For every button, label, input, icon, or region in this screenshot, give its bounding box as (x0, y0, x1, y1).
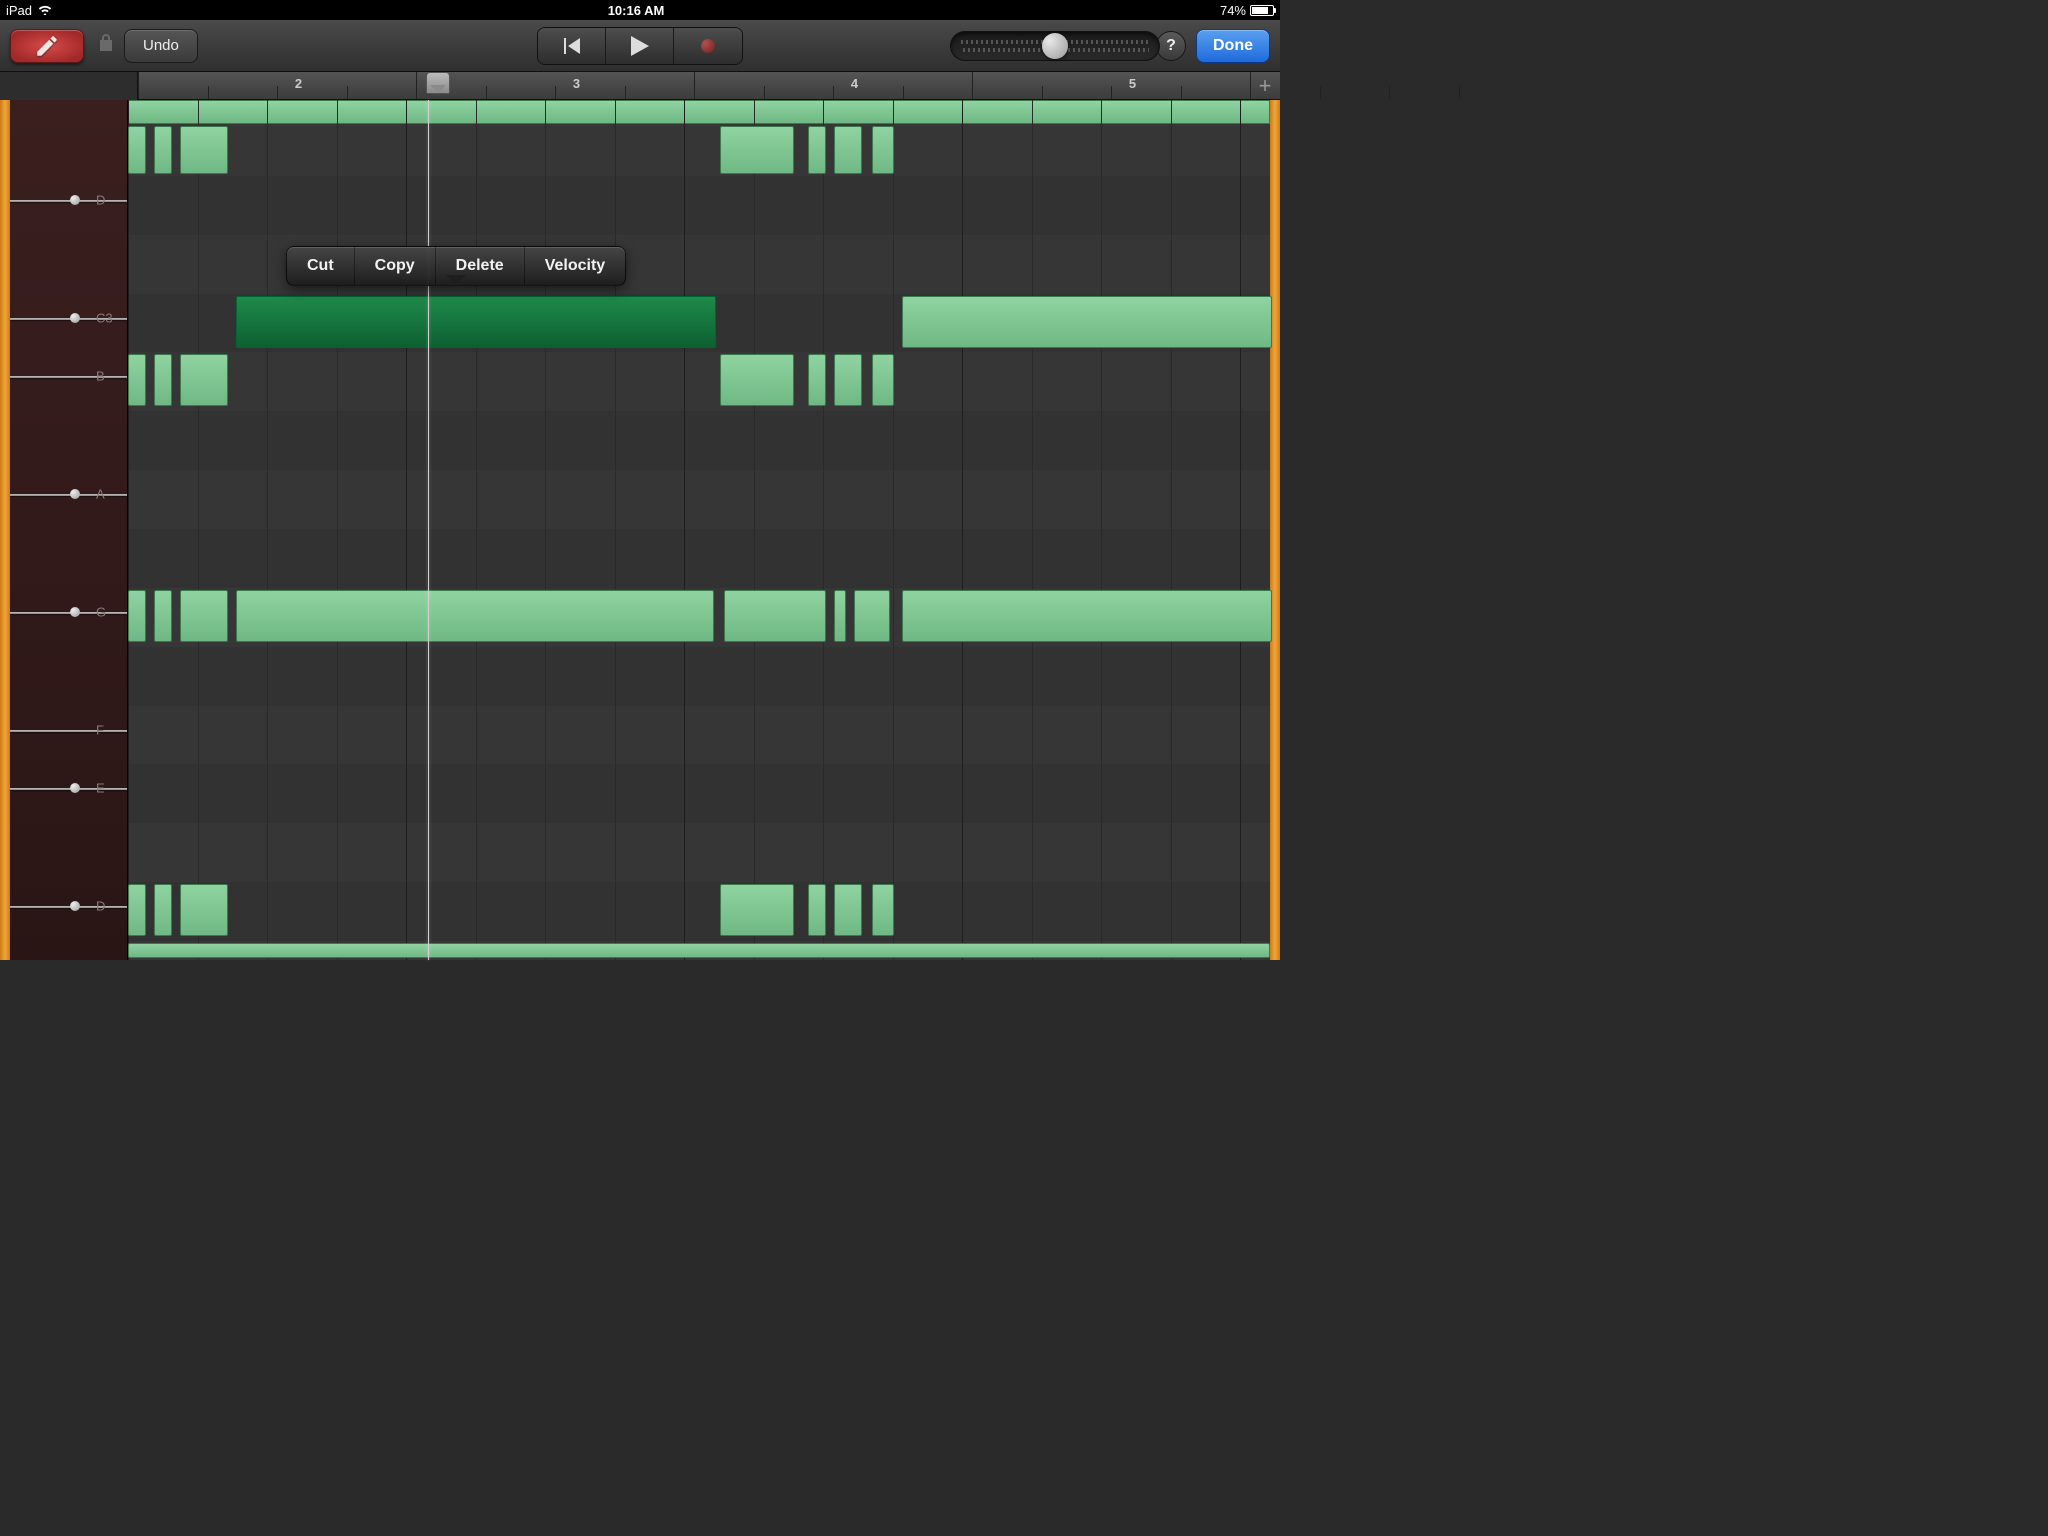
lock-icon (98, 33, 114, 58)
note[interactable] (154, 354, 172, 406)
play-icon (631, 36, 649, 56)
note[interactable] (128, 943, 1270, 958)
fret-label-D: D (96, 899, 105, 914)
region-header[interactable] (128, 100, 1270, 124)
lane-9[interactable] (128, 647, 1270, 706)
note[interactable] (180, 126, 228, 174)
lane-13[interactable] (128, 882, 1270, 941)
note[interactable] (154, 884, 172, 936)
tempo-scrubber[interactable] (950, 31, 1160, 61)
transport-controls (537, 27, 743, 65)
help-button[interactable]: ? (1156, 31, 1186, 61)
note-context-menu: Cut Copy Delete Velocity (286, 246, 626, 286)
note[interactable] (808, 126, 826, 174)
fret-dot (70, 607, 80, 617)
lane-5[interactable] (128, 411, 1270, 470)
playhead-handle[interactable] (426, 72, 450, 94)
skip-back-icon (562, 38, 582, 54)
pencil-icon (34, 33, 60, 59)
fret-label-B: B (96, 369, 105, 384)
lane-0[interactable] (128, 124, 1270, 176)
ruler-row: + 2 3 4 5 (0, 72, 1280, 100)
note[interactable] (902, 296, 1272, 348)
lane-4[interactable] (128, 352, 1270, 411)
fret-label-F: F (96, 723, 104, 738)
device-label: iPad (6, 3, 32, 18)
note[interactable] (902, 590, 1272, 642)
lane-12[interactable] (128, 823, 1270, 882)
ruler-mark-4: 4 (851, 76, 858, 91)
note[interactable] (128, 354, 146, 406)
note[interactable] (872, 126, 894, 174)
note[interactable] (834, 884, 862, 936)
note[interactable] (128, 590, 146, 642)
done-button[interactable]: Done (1196, 29, 1270, 63)
note[interactable] (720, 354, 794, 406)
fret-label-E: E (96, 781, 105, 796)
note[interactable] (180, 884, 228, 936)
battery-pct: 74% (1220, 3, 1246, 18)
note[interactable] (724, 590, 826, 642)
note[interactable] (872, 354, 894, 406)
note[interactable] (180, 354, 228, 406)
lane-10[interactable] (128, 706, 1270, 764)
note[interactable] (872, 884, 894, 936)
note[interactable] (720, 126, 794, 174)
ruler-mark-2: 2 (295, 76, 302, 91)
note[interactable] (128, 126, 146, 174)
note[interactable] (808, 354, 826, 406)
fret-dot (70, 195, 80, 205)
note[interactable] (808, 884, 826, 936)
toolbar: Undo ? Done (0, 20, 1280, 72)
fretboard: D C3 B A G F E D (10, 100, 128, 960)
ruler[interactable]: + 2 3 4 5 (138, 72, 1280, 100)
note[interactable] (834, 354, 862, 406)
note[interactable] (236, 590, 714, 642)
note[interactable] (180, 590, 228, 642)
clock: 10:16 AM (52, 3, 1220, 18)
fret-dot (70, 489, 80, 499)
fret-label-D: D (96, 193, 105, 208)
rewind-button[interactable] (538, 28, 606, 64)
note[interactable] (854, 590, 890, 642)
battery-icon (1250, 5, 1274, 16)
lane-6[interactable] (128, 470, 1270, 529)
region-edge-right (1270, 100, 1280, 960)
note[interactable] (834, 126, 862, 174)
menu-delete[interactable]: Delete (436, 247, 525, 285)
lane-1[interactable] (128, 176, 1270, 235)
fret-label-C3: C3 (96, 311, 113, 326)
play-button[interactable] (606, 28, 674, 64)
lane-11[interactable] (128, 764, 1270, 823)
menu-cut[interactable]: Cut (287, 247, 355, 285)
ruler-mark-3: 3 (573, 76, 580, 91)
note[interactable] (128, 884, 146, 936)
fret-dot (70, 901, 80, 911)
note[interactable] (834, 590, 846, 642)
edit-mode-button[interactable] (10, 29, 84, 63)
fret-dot (70, 313, 80, 323)
piano-roll-editor: D C3 B A G F E D (0, 100, 1280, 960)
record-button[interactable] (674, 28, 742, 64)
undo-button[interactable]: Undo (124, 29, 198, 63)
region-edge-left (0, 100, 10, 960)
status-bar: iPad 10:16 AM 74% (0, 0, 1280, 20)
record-icon (701, 39, 715, 53)
ruler-mark-5: 5 (1129, 76, 1136, 91)
lane-7[interactable] (128, 529, 1270, 588)
add-bar-button[interactable]: + (1254, 75, 1276, 97)
note[interactable] (720, 884, 794, 936)
note-selected[interactable] (236, 296, 716, 348)
note[interactable] (154, 590, 172, 642)
menu-copy[interactable]: Copy (355, 247, 436, 285)
fret-dot (70, 783, 80, 793)
menu-velocity[interactable]: Velocity (525, 247, 625, 285)
scrubber-knob[interactable] (1042, 33, 1068, 59)
wifi-icon (38, 3, 52, 18)
note[interactable] (154, 126, 172, 174)
fret-label-A: A (96, 487, 105, 502)
playhead-line (428, 100, 429, 960)
note-grid[interactable] (128, 100, 1270, 960)
fret-label-G: G (96, 605, 106, 620)
